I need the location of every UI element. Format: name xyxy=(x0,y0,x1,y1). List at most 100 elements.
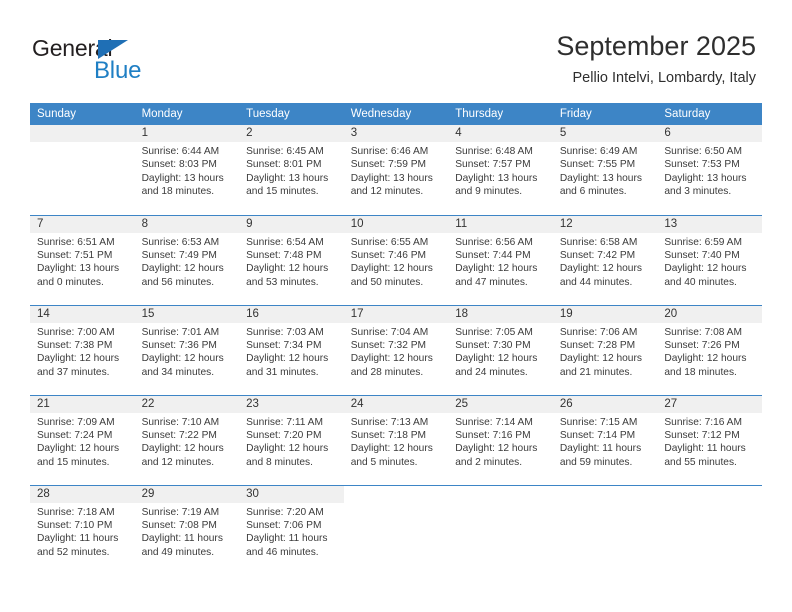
sunrise-text: Sunrise: 7:20 AM xyxy=(246,506,324,518)
calendar-day-cell[interactable]: 19 Sunrise: 7:06 AM Sunset: 7:28 PM Dayligh… xyxy=(552,305,658,396)
weekday-header-saturday: Saturday xyxy=(657,103,762,125)
daylight-text-line1: Daylight: 11 hours xyxy=(141,533,223,545)
sunset-text: Sunset: 7:10 PM xyxy=(37,519,113,531)
calendar-day-cell[interactable]: 24 Sunrise: 7:13 AM Sunset: 7:18 PM Dayligh… xyxy=(343,395,449,486)
calendar-day-cell[interactable]: 15 Sunrise: 7:01 AM Sunset: 7:36 PM Dayligh… xyxy=(134,305,240,396)
daylight-text-line1: Daylight: 12 hours xyxy=(141,263,224,275)
calendar-day-cell[interactable]: 7 Sunrise: 6:51 AM Sunset: 7:51 PM Daylight… xyxy=(30,215,135,306)
calendar-day-cell[interactable]: 29 Sunrise: 7:19 AM Sunset: 7:08 PM Dayligh… xyxy=(134,485,240,575)
day-number: 26 xyxy=(552,395,658,413)
daylight-text-line2: and 49 minutes. xyxy=(141,546,215,558)
sunrise-text: Sunrise: 7:00 AM xyxy=(37,326,115,338)
calendar-day-cell[interactable]: 28 Sunrise: 7:18 AM Sunset: 7:10 PM Dayligh… xyxy=(30,485,135,575)
calendar-week-row: 7 Sunrise: 6:51 AM Sunset: 7:51 PM Daylight… xyxy=(30,215,762,306)
day-sun-info: Sunrise: 7:14 AM Sunset: 7:16 PM Daylight:… xyxy=(448,413,553,470)
page-title: September 2025 xyxy=(556,31,756,61)
calendar-day-cell[interactable]: 11 Sunrise: 6:56 AM Sunset: 7:44 PM Dayligh… xyxy=(448,215,553,306)
calendar-day-cell[interactable]: 5 Sunrise: 6:49 AM Sunset: 7:55 PM Daylight… xyxy=(552,125,658,216)
title-block: September 2025 Pellio Intelvi, Lombardy,… xyxy=(556,30,756,87)
sunset-text: Sunset: 7:24 PM xyxy=(37,429,113,441)
calendar-day-cell[interactable]: 13 Sunrise: 6:59 AM Sunset: 7:40 PM Dayligh… xyxy=(657,215,762,306)
calendar-day-cell[interactable]: 6 Sunrise: 6:50 AM Sunset: 7:53 PM Daylight… xyxy=(657,125,762,216)
daylight-text-line2: and 50 minutes. xyxy=(350,276,424,288)
calendar-day-cell[interactable]: 22 Sunrise: 7:10 AM Sunset: 7:22 PM Dayligh… xyxy=(134,395,240,486)
daylight-text-line1: Daylight: 12 hours xyxy=(37,353,120,365)
day-sun-info: Sunrise: 7:15 AM Sunset: 7:14 PM Daylight:… xyxy=(553,413,658,470)
sunrise-text: Sunrise: 7:14 AM xyxy=(455,416,533,428)
daylight-text-line1: Daylight: 12 hours xyxy=(664,263,747,275)
calendar-day-cell[interactable]: 25 Sunrise: 7:14 AM Sunset: 7:16 PM Dayligh… xyxy=(448,395,553,486)
sunrise-text: Sunrise: 6:55 AM xyxy=(350,236,429,248)
sunrise-text: Sunrise: 7:16 AM xyxy=(664,416,742,428)
calendar-day-cell[interactable]: 3 Sunrise: 6:46 AM Sunset: 7:59 PM Daylight… xyxy=(343,125,449,216)
calendar-day-cell[interactable]: 16 Sunrise: 7:03 AM Sunset: 7:34 PM Dayligh… xyxy=(239,305,344,396)
daylight-text-line2: and 37 minutes. xyxy=(37,366,110,378)
day-number: 29 xyxy=(134,485,240,503)
day-sun-info: Sunrise: 7:01 AM Sunset: 7:36 PM Daylight:… xyxy=(135,323,240,380)
day-sun-info: Sunrise: 7:08 AM Sunset: 7:26 PM Daylight:… xyxy=(657,323,762,380)
sunset-text: Sunset: 8:03 PM xyxy=(141,159,217,171)
sunrise-text: Sunrise: 7:01 AM xyxy=(141,326,220,338)
sunrise-text: Sunrise: 7:13 AM xyxy=(350,416,429,428)
sunset-text: Sunset: 7:18 PM xyxy=(350,429,427,441)
sunrise-text: Sunrise: 7:06 AM xyxy=(559,326,638,338)
calendar-day-cell[interactable]: 2 Sunrise: 6:45 AM Sunset: 8:01 PM Daylight… xyxy=(239,125,344,216)
daylight-text-line2: and 15 minutes. xyxy=(246,186,319,198)
calendar-day-cell[interactable]: 9 Sunrise: 6:54 AM Sunset: 7:48 PM Daylight… xyxy=(239,215,344,306)
daylight-text-line1: Daylight: 12 hours xyxy=(37,443,120,455)
weekday-header-thursday: Thursday xyxy=(448,103,553,125)
daylight-text-line1: Daylight: 13 hours xyxy=(37,263,120,275)
sunset-text: Sunset: 7:48 PM xyxy=(246,249,322,261)
sunrise-text: Sunrise: 6:51 AM xyxy=(37,236,115,248)
daylight-text-line2: and 28 minutes. xyxy=(350,366,424,378)
calendar-day-cell[interactable]: 30 Sunrise: 7:20 AM Sunset: 7:06 PM Dayligh… xyxy=(239,485,344,575)
calendar-day-cell[interactable]: 26 Sunrise: 7:15 AM Sunset: 7:14 PM Dayligh… xyxy=(552,395,658,486)
daylight-text-line1: Daylight: 13 hours xyxy=(246,172,329,184)
calendar-day-cell[interactable]: 20 Sunrise: 7:08 AM Sunset: 7:26 PM Dayligh… xyxy=(657,305,762,396)
calendar-day-cell[interactable]: 18 Sunrise: 7:05 AM Sunset: 7:30 PM Dayligh… xyxy=(448,305,553,396)
day-number xyxy=(657,485,762,503)
calendar-day-cell[interactable]: 14 Sunrise: 7:00 AM Sunset: 7:38 PM Dayligh… xyxy=(30,305,135,396)
day-number: 8 xyxy=(134,215,240,233)
calendar-day-cell[interactable]: 1 Sunrise: 6:44 AM Sunset: 8:03 PM Daylight… xyxy=(134,125,240,216)
daylight-text-line2: and 2 minutes. xyxy=(455,456,523,468)
weekday-header-friday: Friday xyxy=(552,103,658,125)
calendar-page: General Blue September 2025 Pellio Intel… xyxy=(0,0,792,612)
calendar-day-cell[interactable]: 27 Sunrise: 7:16 AM Sunset: 7:12 PM Dayligh… xyxy=(657,395,762,486)
day-sun-info: Sunrise: 6:45 AM Sunset: 8:01 PM Daylight:… xyxy=(239,142,344,199)
calendar-day-cell[interactable]: 8 Sunrise: 6:53 AM Sunset: 7:49 PM Daylight… xyxy=(134,215,240,306)
calendar-day-cell[interactable]: 4 Sunrise: 6:48 AM Sunset: 7:57 PM Daylight… xyxy=(448,125,553,216)
sunrise-text: Sunrise: 6:56 AM xyxy=(455,236,533,248)
daylight-text-line1: Daylight: 11 hours xyxy=(559,443,642,455)
calendar-day-cell[interactable]: 21 Sunrise: 7:09 AM Sunset: 7:24 PM Dayligh… xyxy=(30,395,135,486)
daylight-text-line1: Daylight: 13 hours xyxy=(559,172,642,184)
calendar-table: Sunday Monday Tuesday Wednesday Thursday… xyxy=(30,103,762,575)
daylight-text-line1: Daylight: 12 hours xyxy=(246,443,329,455)
daylight-text-line1: Daylight: 12 hours xyxy=(455,263,538,275)
day-number: 18 xyxy=(448,305,553,323)
daylight-text-line2: and 24 minutes. xyxy=(455,366,528,378)
calendar-day-cell[interactable]: 10 Sunrise: 6:55 AM Sunset: 7:46 PM Dayligh… xyxy=(343,215,449,306)
sunrise-text: Sunrise: 6:49 AM xyxy=(559,146,638,157)
day-sun-info: Sunrise: 6:50 AM Sunset: 7:53 PM Daylight:… xyxy=(657,142,762,199)
daylight-text-line2: and 5 minutes. xyxy=(350,456,418,468)
day-sun-info: Sunrise: 6:49 AM Sunset: 7:55 PM Daylight:… xyxy=(553,142,658,199)
calendar-week-row: 21 Sunrise: 7:09 AM Sunset: 7:24 PM Dayligh… xyxy=(30,395,762,486)
daylight-text-line2: and 18 minutes. xyxy=(141,186,215,198)
calendar-day-cell[interactable]: 23 Sunrise: 7:11 AM Sunset: 7:20 PM Dayligh… xyxy=(239,395,344,486)
day-number: 30 xyxy=(239,485,344,503)
sunrise-text: Sunrise: 7:08 AM xyxy=(664,326,742,338)
daylight-text-line1: Daylight: 11 hours xyxy=(37,533,119,545)
day-sun-info: Sunrise: 6:48 AM Sunset: 7:57 PM Daylight:… xyxy=(448,142,553,199)
daylight-text-line2: and 40 minutes. xyxy=(664,276,737,288)
weekday-header-sunday: Sunday xyxy=(30,103,135,125)
calendar-day-cell[interactable]: 12 Sunrise: 6:58 AM Sunset: 7:42 PM Dayligh… xyxy=(552,215,658,306)
daylight-text-line1: Daylight: 12 hours xyxy=(664,353,747,365)
day-number: 11 xyxy=(448,215,553,233)
calendar-day-cell[interactable]: 17 Sunrise: 7:04 AM Sunset: 7:32 PM Dayligh… xyxy=(343,305,449,396)
day-sun-info: Sunrise: 6:55 AM Sunset: 7:46 PM Daylight:… xyxy=(344,233,449,290)
general-blue-logo[interactable]: General Blue xyxy=(32,36,242,88)
sunrise-text: Sunrise: 6:54 AM xyxy=(246,236,324,248)
sunset-text: Sunset: 7:16 PM xyxy=(455,429,531,441)
day-sun-info: Sunrise: 7:03 AM Sunset: 7:34 PM Daylight:… xyxy=(239,323,344,380)
